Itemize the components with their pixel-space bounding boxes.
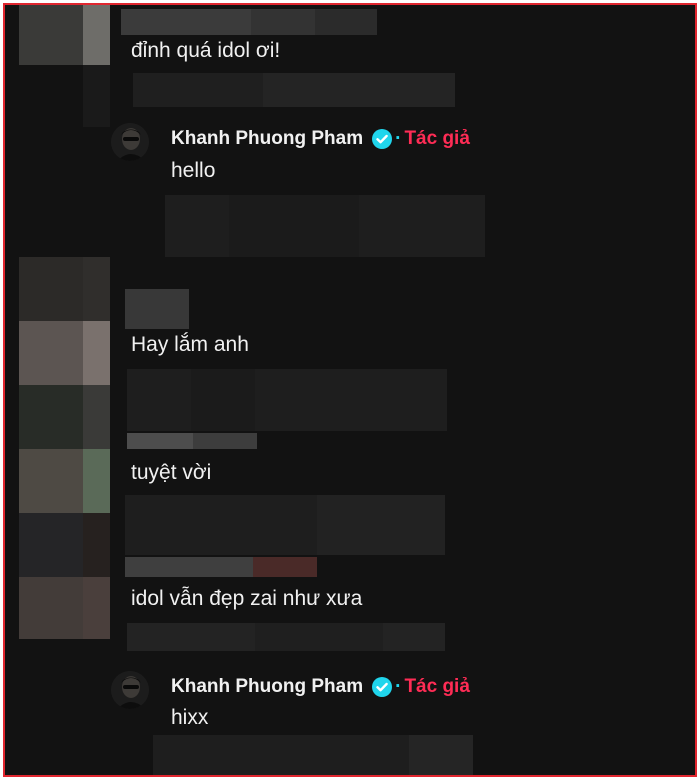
blurred-avatar: [19, 513, 83, 577]
reply-text: hixx: [171, 706, 209, 729]
comment-text: idol vẫn đẹp zai như xưa: [131, 587, 363, 610]
comment-text: tuyệt vời: [131, 461, 212, 484]
blurred-avatar: [83, 5, 110, 65]
blurred-comment-stats: [253, 557, 317, 577]
blurred-avatar: [19, 577, 83, 639]
reply-header: Khanh Phuong Pham · Tác giả: [171, 675, 470, 699]
blurred-avatar: [19, 321, 83, 385]
blurred-username[interactable]: [315, 9, 377, 35]
reply-text: hello: [171, 159, 216, 182]
blurred-avatar: [83, 577, 110, 639]
blurred-avatar: [19, 257, 83, 321]
author-avatar[interactable]: [111, 123, 149, 161]
comment-text: Hay lắm anh: [131, 333, 249, 356]
reply-header: Khanh Phuong Pham · Tác giả: [171, 127, 470, 151]
author-tag: Tác giả: [404, 676, 470, 697]
blurred-comment-actions: [191, 369, 255, 431]
author-name[interactable]: Khanh Phuong Pham: [171, 127, 363, 151]
comment-text: đỉnh quá idol ơi!: [131, 39, 281, 62]
blurred-avatar: [83, 449, 110, 513]
blurred-avatar: [19, 449, 83, 513]
blurred-avatar: [83, 385, 110, 449]
blurred-avatar: [83, 257, 110, 321]
author-name[interactable]: Khanh Phuong Pham: [171, 675, 363, 699]
separator-dot: ·: [395, 676, 402, 697]
comment-panel: đỉnh quá idol ơi! Khanh Phuong Pham · Tá…: [3, 3, 697, 777]
blurred-username[interactable]: [251, 9, 315, 35]
blurred-avatar: [83, 65, 110, 127]
verified-check-icon: [372, 129, 393, 149]
blurred-comment-actions: [263, 73, 455, 107]
blurred-username[interactable]: [125, 289, 189, 329]
blurred-username[interactable]: [121, 9, 251, 35]
verified-check-icon: [372, 677, 393, 697]
blurred-comment-actions: [255, 623, 383, 651]
blurred-avatar: [19, 385, 83, 449]
blurred-comment-stats: [125, 557, 253, 577]
blurred-reply-actions: [409, 735, 473, 775]
blurred-comment-actions: [127, 369, 447, 431]
author-tag: Tác giả: [404, 128, 470, 149]
author-avatar[interactable]: [111, 671, 149, 709]
blurred-comment-actions: [317, 495, 445, 555]
blurred-avatar: [83, 321, 110, 385]
separator-dot: ·: [395, 128, 402, 149]
blurred-avatar: [19, 5, 83, 65]
blurred-reply-actions: [229, 195, 359, 257]
blurred-comment-stats: [193, 433, 257, 449]
blurred-avatar: [83, 513, 110, 577]
